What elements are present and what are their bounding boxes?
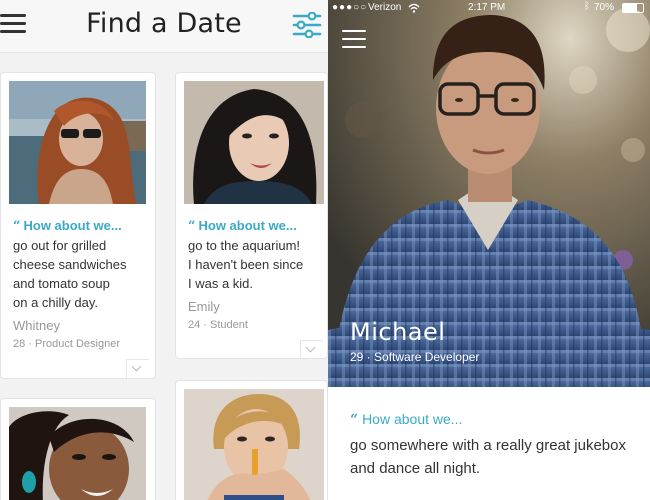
battery-label: 70%	[594, 2, 615, 13]
filter-sliders-icon[interactable]	[292, 12, 322, 38]
battery-icon	[622, 3, 644, 13]
status-bar: ●●●○○ Verizon 2:17 PM ᛒ 70%	[328, 0, 650, 16]
menu-icon[interactable]	[342, 30, 366, 48]
profile-card[interactable]: “How about we... go to the aquarium! I h…	[175, 72, 328, 359]
chevron-down-icon[interactable]	[300, 340, 323, 358]
user-details: 24 · Student	[188, 319, 248, 331]
carrier-label: Verizon	[368, 2, 402, 13]
profile-photo	[184, 389, 324, 500]
profile-card[interactable]: “How about we... go out for grilled chee…	[0, 72, 156, 379]
prompt-label: “How about we...	[350, 411, 463, 428]
quote-icon: “	[13, 219, 21, 234]
user-details: 28 · Product Designer	[13, 338, 120, 350]
page-title: Find a Date	[86, 8, 242, 39]
profile-card[interactable]	[0, 398, 156, 500]
profile-details: 29 · Software Developer	[350, 350, 480, 364]
wifi-icon	[408, 3, 420, 13]
prompt-label: “How about we...	[188, 218, 297, 234]
date-idea-text: go to the aquarium! I haven't been since…	[188, 238, 304, 291]
profile-screen: ●●●○○ Verizon 2:17 PM ᛒ 70% Michael 29 ·…	[328, 0, 650, 500]
profile-photo	[184, 81, 324, 204]
quote-icon: “	[188, 219, 196, 234]
prompt-label: “How about we...	[13, 218, 122, 234]
date-idea-text: go somewhere with a really great jukebox…	[350, 437, 626, 477]
list-screen: Find a Date “ How about we... go out for…	[0, 0, 328, 500]
profile-photo	[9, 81, 146, 204]
signal-icon: ●●●○○	[332, 2, 368, 13]
user-name: Emily	[188, 299, 220, 314]
chevron-down-icon[interactable]	[126, 359, 149, 378]
quote-icon: “	[350, 412, 359, 428]
profile-card[interactable]	[175, 380, 328, 500]
header-bar: Find a Date	[0, 0, 328, 53]
bluetooth-icon: ᛒ	[584, 1, 590, 12]
date-idea-text: go out for grilled cheese sandwiches and…	[13, 238, 127, 310]
time-label: 2:17 PM	[468, 2, 506, 13]
profile-name: Michael	[350, 318, 446, 346]
user-name: Whitney	[13, 318, 60, 333]
profile-photo	[9, 407, 146, 500]
